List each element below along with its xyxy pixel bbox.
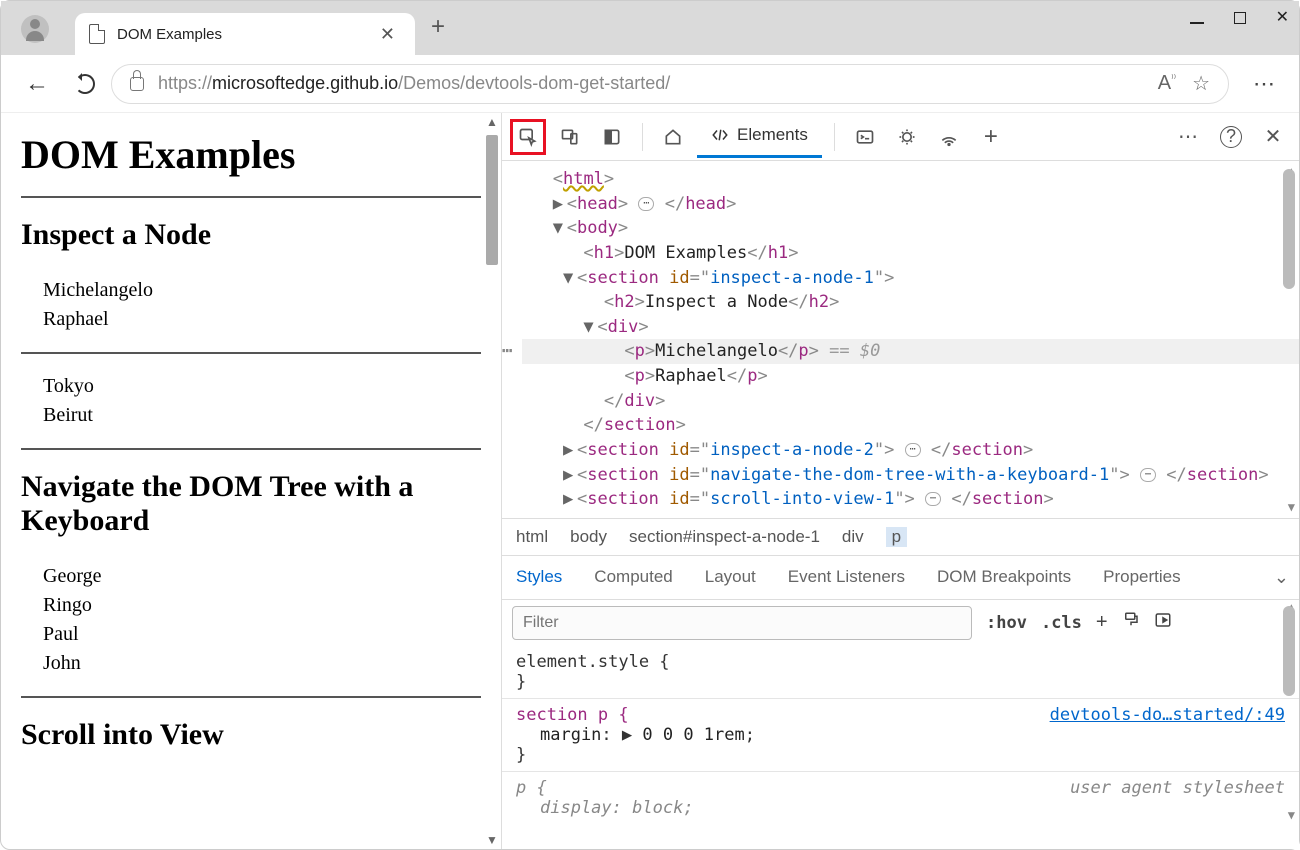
section-heading-1: Inspect a Node	[21, 218, 481, 252]
welcome-tab-button[interactable]	[655, 119, 691, 155]
breadcrumb-item[interactable]: div	[842, 527, 864, 547]
breadcrumb-item[interactable]: body	[570, 527, 607, 547]
styles-subtabs: Styles Computed Layout Event Listeners D…	[502, 555, 1299, 599]
styles-scrollbar[interactable]	[1283, 606, 1295, 696]
help-button[interactable]: ?	[1213, 119, 1249, 155]
paint-icon[interactable]	[1122, 611, 1140, 635]
devtools-toolbar: Elements + ⋯ ? ✕	[502, 113, 1299, 161]
hover-toggle[interactable]: :hov	[986, 613, 1027, 633]
read-aloud-icon[interactable]: A⁾⁾	[1158, 72, 1176, 95]
styles-tab[interactable]: Styles	[512, 557, 566, 597]
styles-filter-row: :hov .cls +	[502, 599, 1299, 646]
page-content: DOM Examples Inspect a Node Michelangelo…	[1, 113, 501, 849]
maximize-button[interactable]	[1234, 11, 1246, 29]
list-item: Beirut	[43, 401, 481, 430]
breadcrumb-item[interactable]: html	[516, 527, 548, 547]
browser-toolbar: ← https://microsoftedge.github.io/Demos/…	[1, 55, 1299, 113]
more-tabs-button[interactable]: +	[973, 119, 1009, 155]
layout-tab[interactable]: Layout	[701, 557, 760, 597]
computed-sidebar-toggle[interactable]	[1154, 611, 1172, 635]
device-emulation-button[interactable]	[552, 119, 588, 155]
close-window-button[interactable]: ✕	[1276, 11, 1289, 29]
close-devtools-button[interactable]: ✕	[1255, 119, 1291, 155]
list-item: Raphael	[43, 305, 481, 334]
page-icon	[89, 24, 105, 44]
breadcrumb-item-selected[interactable]: p	[886, 527, 907, 547]
source-link[interactable]: devtools-do…started/:49	[1050, 705, 1285, 725]
address-bar[interactable]: https://microsoftedge.github.io/Demos/de…	[111, 64, 1229, 104]
browser-menu-button[interactable]: ⋯	[1245, 71, 1285, 97]
dom-scrollbar[interactable]	[1283, 169, 1295, 289]
elements-tab[interactable]: Elements	[697, 115, 822, 158]
list-item: Ringo	[43, 591, 481, 620]
tab-close-button[interactable]: ✕	[374, 20, 401, 49]
page-heading: DOM Examples	[21, 131, 481, 178]
class-toggle[interactable]: .cls	[1041, 613, 1082, 633]
window-controls: ✕	[1190, 11, 1289, 29]
dom-tree[interactable]: <html> ▶<head> ⋯ </head> ▼<body> <h1>DOM…	[502, 161, 1299, 518]
devtools-panel: Elements + ⋯ ? ✕ <html> ▶<head> ⋯ </head…	[501, 113, 1299, 849]
new-tab-button[interactable]: +	[415, 5, 461, 49]
elements-tab-label: Elements	[737, 125, 808, 145]
list-item: George	[43, 562, 481, 591]
more-subtabs-button[interactable]: ⌄	[1274, 567, 1289, 588]
url-text: https://microsoftedge.github.io/Demos/de…	[158, 73, 670, 94]
console-tab-button[interactable]	[847, 119, 883, 155]
profile-avatar[interactable]	[21, 15, 49, 43]
list-item: Michelangelo	[43, 276, 481, 305]
element-style-selector: element.style {	[516, 652, 670, 672]
breadcrumb-item[interactable]: section#inspect-a-node-1	[629, 527, 820, 547]
list-item: John	[43, 649, 481, 678]
browser-tab[interactable]: DOM Examples ✕	[75, 13, 415, 55]
refresh-button[interactable]	[75, 74, 95, 94]
new-style-rule-button[interactable]: +	[1096, 611, 1108, 634]
tab-title: DOM Examples	[117, 26, 374, 43]
page-scrollbar[interactable]: ▲ ▼	[483, 113, 501, 849]
dom-breadcrumb[interactable]: html body section#inspect-a-node-1 div p	[502, 518, 1299, 555]
issues-tab-button[interactable]	[889, 119, 925, 155]
dom-breakpoints-tab[interactable]: DOM Breakpoints	[933, 557, 1075, 597]
section-heading-3: Scroll into View	[21, 718, 481, 752]
inspect-element-button[interactable]	[510, 119, 546, 155]
back-button[interactable]: ←	[15, 64, 59, 104]
lock-icon	[130, 77, 144, 91]
computed-tab[interactable]: Computed	[590, 557, 676, 597]
list-item: Paul	[43, 620, 481, 649]
properties-tab[interactable]: Properties	[1099, 557, 1184, 597]
devtools-more-button[interactable]: ⋯	[1171, 119, 1207, 155]
styles-rules[interactable]: element.style { } devtools-do…started/:4…	[502, 646, 1299, 824]
section-heading-2: Navigate the DOM Tree with a Keyboard	[21, 470, 481, 538]
titlebar: DOM Examples ✕ + ✕	[1, 1, 1299, 55]
event-listeners-tab[interactable]: Event Listeners	[784, 557, 909, 597]
favorite-icon[interactable]: ☆	[1192, 71, 1210, 96]
dock-side-button[interactable]	[594, 119, 630, 155]
minimize-button[interactable]	[1190, 11, 1204, 29]
styles-filter-input[interactable]	[512, 606, 972, 640]
dom-selected-node: <p>Michelangelo</p> == $0	[522, 339, 1299, 364]
network-conditions-button[interactable]	[931, 119, 967, 155]
list-item: Tokyo	[43, 372, 481, 401]
user-agent-label: user agent stylesheet	[1070, 778, 1285, 798]
